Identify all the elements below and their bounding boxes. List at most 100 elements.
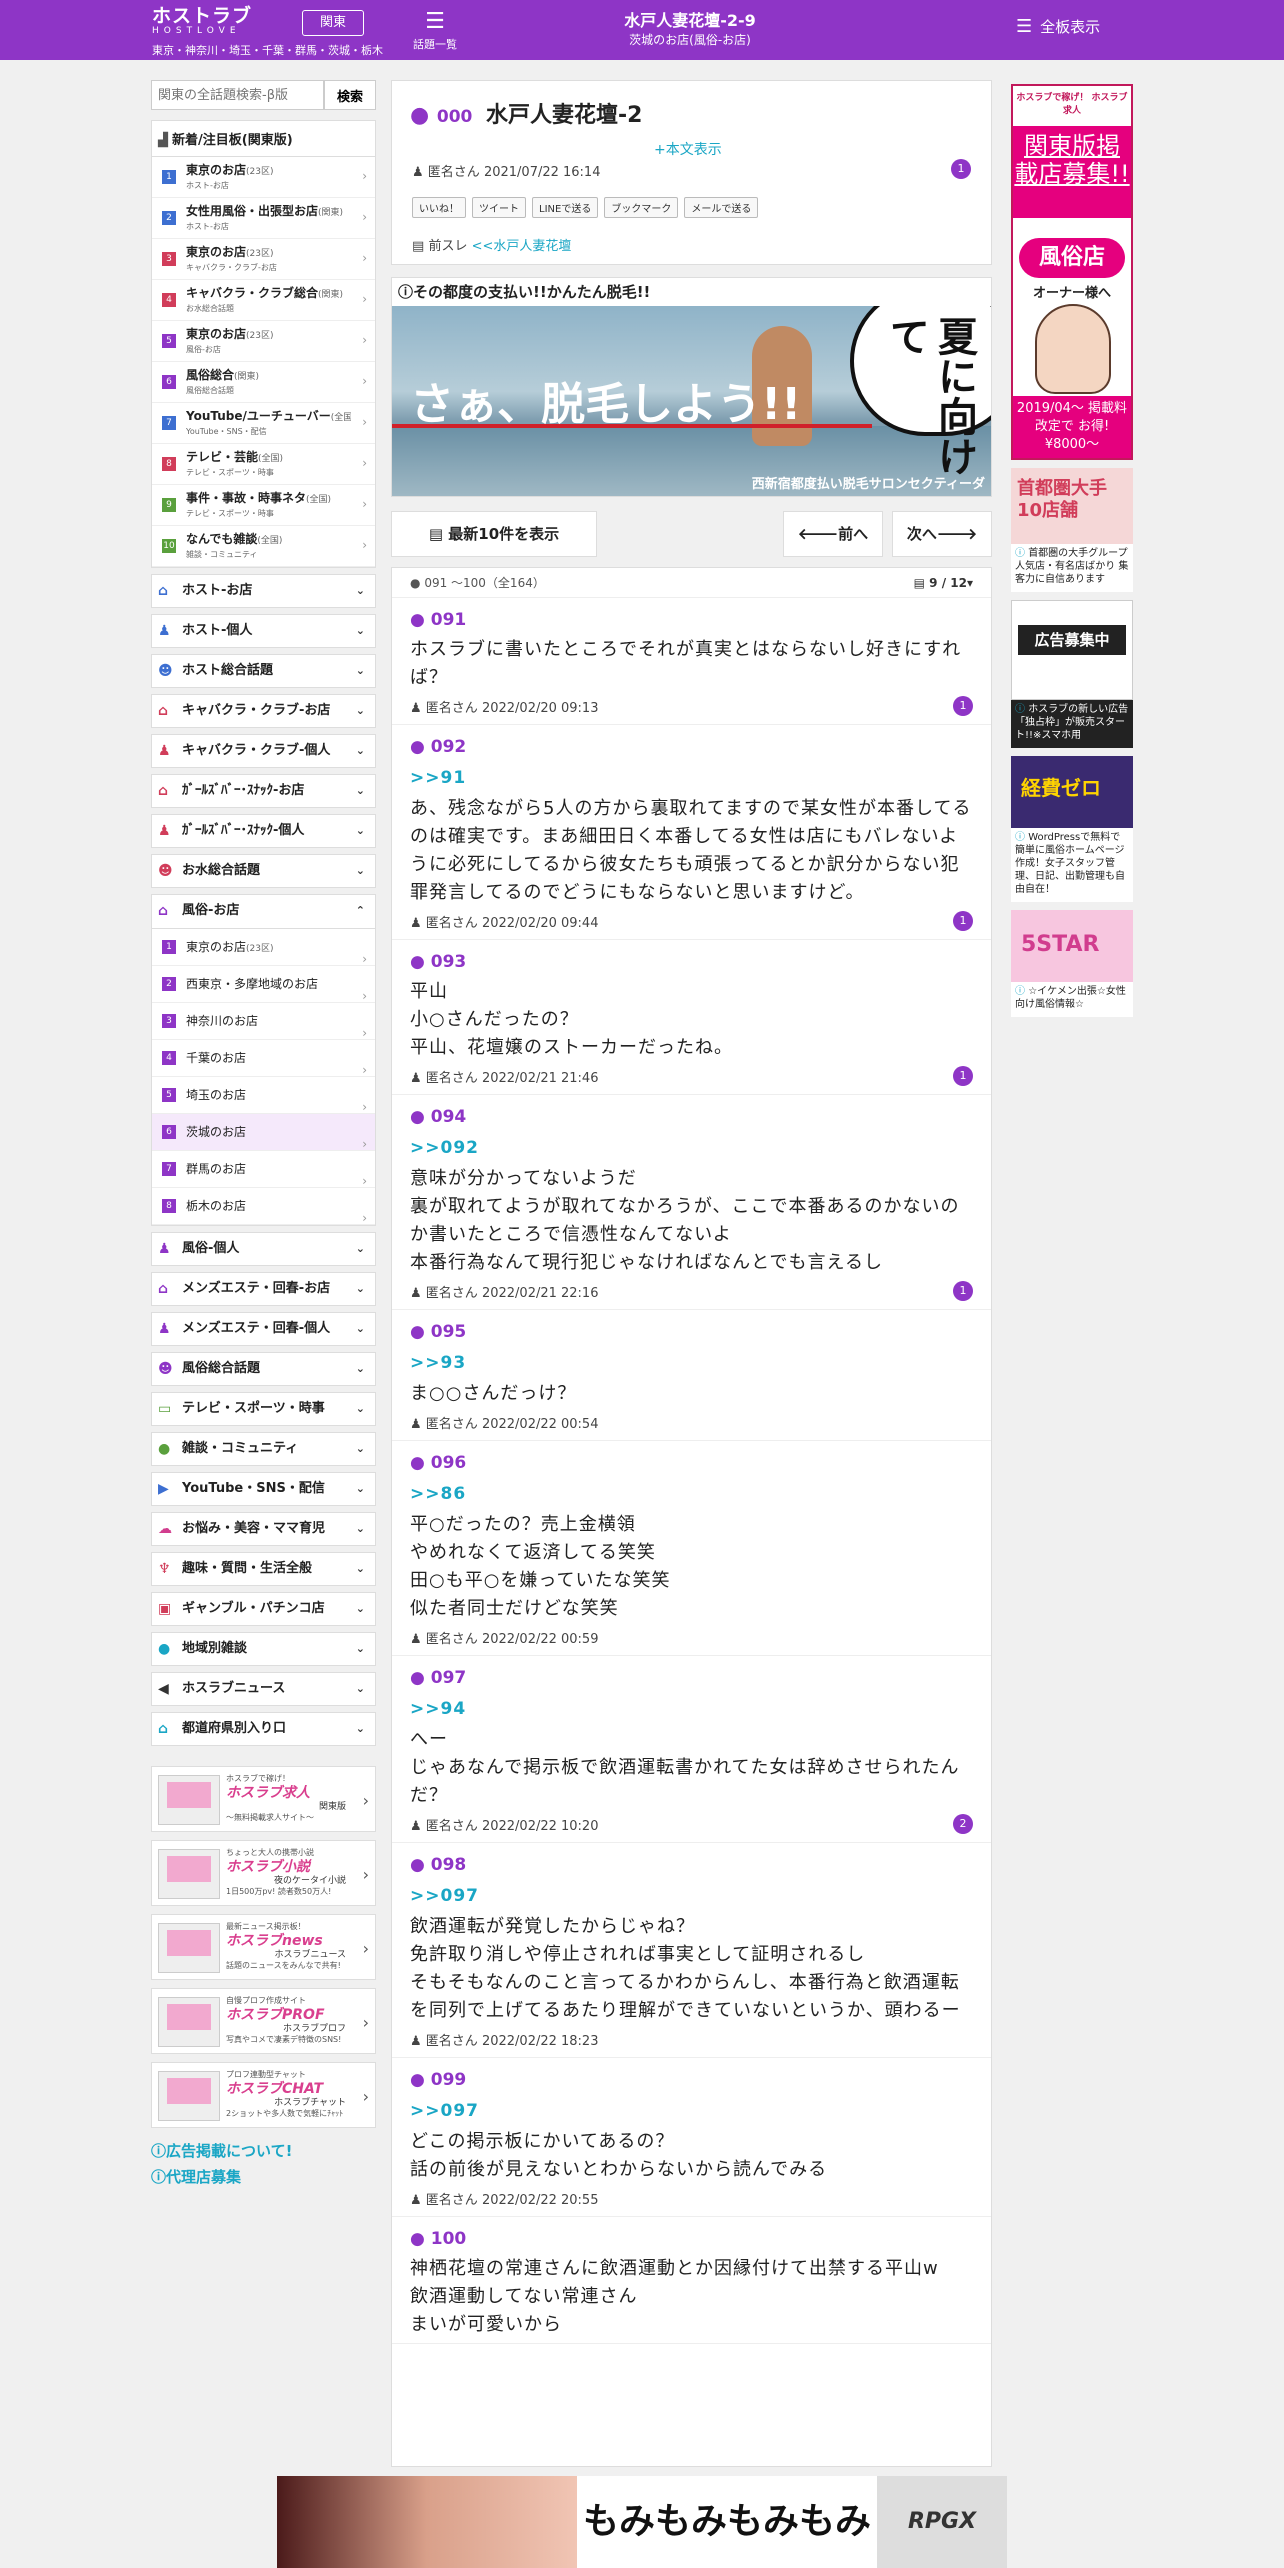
service-banner[interactable]: ちょっと大人の携帯小説 ホスラブ小説 夜のケータイ小説 1日500万pv! 読者数50… — [151, 1840, 376, 1906]
category-item[interactable]: ☻ お水総合話題 ⌄ — [151, 854, 376, 888]
ranking-item[interactable]: 8 テレビ・芸能(全国) テレビ・スポーツ・時事 › — [152, 444, 375, 485]
post-reply-link[interactable]: >>93 — [410, 1350, 973, 1376]
category-item[interactable]: ● 雑談・コミュニティ ⌄ — [151, 1432, 376, 1466]
service-banner[interactable]: 最新ニュース掲示板！ ホスラブnews ホスラブニュース 話題のニュースをみんなで共有… — [151, 1914, 376, 1980]
ranking-item[interactable]: 7YouTube/ユーチューバー(全国)YouTube・SNS・配信› — [152, 403, 375, 444]
line-share-button[interactable]: LINEで送る — [532, 197, 599, 218]
post-number[interactable]: ● 096 — [410, 1451, 973, 1475]
category-item[interactable]: ◀ ホスラブニュース ⌄ — [151, 1672, 376, 1706]
post-number[interactable]: ● 095 — [410, 1320, 973, 1344]
post-number[interactable]: ● 097 — [410, 1666, 973, 1690]
category-label: ホスト総合話題 — [182, 663, 274, 678]
ranking-item[interactable]: 5 東京のお店(23区) 風俗-お店 › — [152, 321, 375, 362]
category-fuzoku-shop[interactable]: ⌂ 風俗-お店 ⌃ — [152, 895, 375, 929]
fuzoku-shop-item[interactable]: 6 茨城のお店 › — [152, 1114, 375, 1151]
agency-link[interactable]: ⓘ代理店募集 — [151, 2164, 376, 2190]
category-item[interactable]: ♟ ｶﾞｰﾙｽﾞﾊﾞｰ･ｽﾅｯｸ-個人 ⌄ — [151, 814, 376, 848]
ranking-item[interactable]: 1 東京のお店(23区) ホスト-お店 › — [152, 157, 375, 198]
facebook-like-button[interactable]: いいね！ — [412, 197, 466, 218]
post-reply-link[interactable]: >>86 — [410, 1481, 973, 1507]
region-button[interactable]: 関東 — [302, 10, 364, 36]
category-item[interactable]: ⌂ ｶﾞｰﾙｽﾞﾊﾞｰ･ｽﾅｯｸ-お店 ⌄ — [151, 774, 376, 808]
banner-ad[interactable]: ⓘその都度の支払い!!かんたん脱毛!! さぁ、脱毛しよう!! 夏に向けて 西新宿… — [391, 277, 992, 497]
reply-count-badge[interactable]: 1 — [953, 1281, 973, 1301]
category-item[interactable]: ♟ 風俗-個人 ⌄ — [151, 1232, 376, 1266]
fuzoku-shop-item[interactable]: 8 栃木のお店 › — [152, 1188, 375, 1225]
category-item[interactable]: ♟ ホスト-個人 ⌄ — [151, 614, 376, 648]
category-item[interactable]: ⌂ 都道府県別入り口 ⌄ — [151, 1712, 376, 1746]
fuzoku-shop-item[interactable]: 1 東京のお店(23区) › — [152, 929, 375, 966]
category-item[interactable]: ▭ テレビ・スポーツ・時事 ⌄ — [151, 1392, 376, 1426]
bottom-ad-image — [277, 2476, 577, 2568]
service-banner[interactable]: 自慢プロフ作成サイト ホスラブPROF ホスラブプロフ 写真やコメで凄素デ特徴のSNS… — [151, 1988, 376, 2054]
bottom-fixed-ad[interactable]: もみもみもみもみ RPGX — [277, 2476, 1007, 2568]
ranking-item-title: テレビ・芸能 — [186, 450, 259, 464]
reply-count-badge[interactable]: 1 — [953, 911, 973, 931]
post-number[interactable]: ● 098 — [410, 1853, 973, 1877]
post-number[interactable]: ● 093 — [410, 950, 973, 974]
category-item[interactable]: ● 地域別雑談 ⌄ — [151, 1632, 376, 1666]
category-item[interactable]: ♆ 趣味・質問・生活全般 ⌄ — [151, 1552, 376, 1586]
post-number[interactable]: ● 094 — [410, 1105, 973, 1129]
ranking-item[interactable]: 10 なんでも雑談(全国) 雑談・コミュニティ › — [152, 526, 375, 567]
arrow-right-icon: 🡒 — [936, 525, 978, 543]
post-number[interactable]: ● 092 — [410, 735, 973, 759]
next-page-button[interactable]: 次へ🡒 — [892, 511, 992, 557]
post-number[interactable]: ● 091 — [410, 608, 973, 632]
post-reply-link[interactable]: >>097 — [410, 1883, 973, 1909]
fuzoku-shop-item[interactable]: 2 西東京・多摩地域のお店 › — [152, 966, 375, 1003]
category-item[interactable]: ♟ メンズエステ・回春-個人 ⌄ — [151, 1312, 376, 1346]
post-reply-link[interactable]: >>94 — [410, 1696, 973, 1722]
mail-share-button[interactable]: メールで送る — [684, 197, 759, 218]
category-item[interactable]: ♟ キャバクラ・クラブ-個人 ⌄ — [151, 734, 376, 768]
fuzoku-shop-item[interactable]: 5 埼玉のお店 › — [152, 1077, 375, 1114]
side-ad-4[interactable]: 経費ゼロ ⓘ WordPressで無料で簡単に風俗ホームページ作成！女子スタッフ… — [1011, 756, 1133, 902]
category-item[interactable]: ⌂ ホスト-お店 ⌄ — [151, 574, 376, 608]
post-number[interactable]: ● 100 — [410, 2227, 973, 2251]
ad-info-link[interactable]: ⓘ広告掲載について! — [151, 2138, 376, 2164]
service-banner[interactable]: プロフ連動型チャット ホスラブCHAT ホスラブチャット 2ショットや多人数で気軽にﾁ… — [151, 2062, 376, 2128]
post-number[interactable]: ● 099 — [410, 2068, 973, 2092]
category-item[interactable]: ☻ 風俗総合話題 ⌄ — [151, 1352, 376, 1386]
page-selector[interactable]: ▤ 9 / 12▾ — [914, 568, 973, 598]
reply-count-badge[interactable]: 1 — [953, 696, 973, 716]
category-item[interactable]: ⌂ キャバクラ・クラブ-お店 ⌄ — [151, 694, 376, 728]
side-ad-5[interactable]: 5STAR ⓘ ☆イケメン出張☆女性向け風俗情報☆ — [1011, 910, 1133, 1017]
search-button[interactable]: 検索 — [324, 80, 376, 110]
bookmark-button[interactable]: ブックマーク — [604, 197, 679, 218]
post-reply-link[interactable]: >>91 — [410, 765, 973, 791]
service-text: プロフ連動型チャット ホスラブCHAT ホスラブチャット 2ショットや多人数で気軽にﾁ… — [226, 2069, 346, 2119]
category-item[interactable]: ☁ お悩み・美容・ママ育児 ⌄ — [151, 1512, 376, 1546]
ranking-item[interactable]: 2 女性用風俗・出張型お店(関東) ホスト-お店 › — [152, 198, 375, 239]
thread-count-badge[interactable]: 1 — [951, 159, 971, 179]
ranking-item[interactable]: 9 事件・事故・時事ネタ(全国) テレビ・スポーツ・時事 › — [152, 485, 375, 526]
previous-thread-link[interactable]: <<水戸人妻花壇 — [472, 239, 572, 254]
topics-list-button[interactable]: ☰ 話題一覧 — [410, 8, 460, 52]
tweet-button[interactable]: ツイート — [472, 197, 526, 218]
fuzoku-shop-item[interactable]: 4 千葉のお店 › — [152, 1040, 375, 1077]
prev-page-button[interactable]: 🡐前へ — [783, 511, 883, 557]
reply-count-badge[interactable]: 1 — [953, 1066, 973, 1086]
expand-body-link[interactable]: +本文表示 — [654, 139, 722, 159]
side-ad-2[interactable]: 首都圏大手10店舗 ⓘ 首都圏の大手グループ 人気店・有名店ばかり 集客力に自信… — [1011, 468, 1133, 592]
side-ad-3[interactable]: 広告募集中 ⓘ ホスラブの新しい広告「独占枠」が販売スタート!!※スマホ用 — [1011, 600, 1133, 748]
ranking-item[interactable]: 3 東京のお店(23区) キャバクラ・クラブ-お店 › — [152, 239, 375, 280]
service-banner[interactable]: ホスラブで稼げ！ ホスラブ求人 関東版 〜無料掲載求人サイト〜 › — [151, 1766, 376, 1832]
category-fuzoku-shop-label: 風俗-お店 — [182, 903, 240, 918]
category-item[interactable]: ▶ YouTube・SNS・配信 ⌄ — [151, 1472, 376, 1506]
category-item[interactable]: ▣ ギャンブル・パチンコ店 ⌄ — [151, 1592, 376, 1626]
category-item[interactable]: ☻ ホスト総合話題 ⌄ — [151, 654, 376, 688]
ranking-item[interactable]: 4 キャバクラ・クラブ総合(関東) お水総合話題 › — [152, 280, 375, 321]
ranking-item[interactable]: 6 風俗総合(関東) 風俗総合話題 › — [152, 362, 375, 403]
site-logo[interactable]: ホストラブ HOSTLOVE 東京・神奈川・埼玉・千葉・群馬・茨城・栃木 — [152, 6, 383, 57]
category-item[interactable]: ⌂ メンズエステ・回春-お店 ⌄ — [151, 1272, 376, 1306]
latest-10-button[interactable]: ▤ 最新10件を表示 — [391, 511, 597, 557]
recruit-ad[interactable]: ホスラブで稼げ！ ホスラブ求人 関東版掲載店募集!! 風俗店 オーナー様へ 20… — [1011, 84, 1133, 460]
post-reply-link[interactable]: >>097 — [410, 2098, 973, 2124]
post-reply-link[interactable]: >>092 — [410, 1135, 973, 1161]
search-input[interactable] — [151, 80, 324, 110]
fuzoku-shop-item[interactable]: 7 群馬のお店 › — [152, 1151, 375, 1188]
fuzoku-shop-item[interactable]: 3 神奈川のお店 › — [152, 1003, 375, 1040]
all-boards-button[interactable]: ☰ 全板表示 — [1016, 16, 1100, 37]
reply-count-badge[interactable]: 2 — [953, 1814, 973, 1834]
